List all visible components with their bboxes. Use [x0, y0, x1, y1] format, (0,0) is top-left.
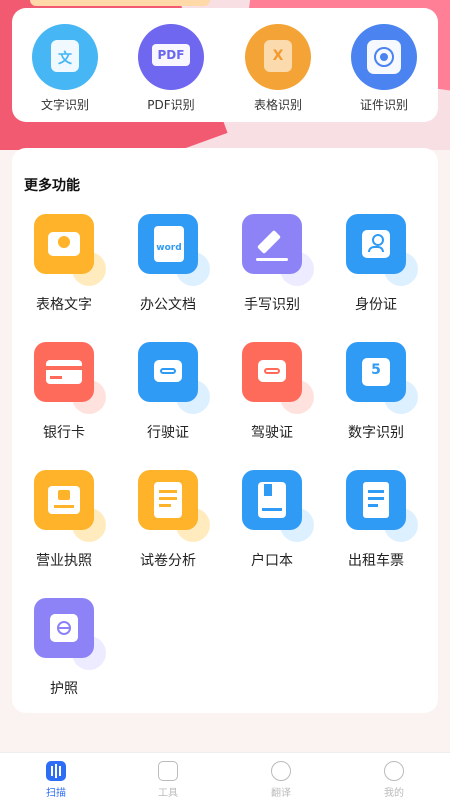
grid-item-driver-license[interactable]: 驾驶证: [220, 342, 324, 442]
grid-item-household-book[interactable]: 户口本: [220, 470, 324, 570]
car-license-icon: [138, 342, 198, 402]
translate-icon: [271, 761, 291, 781]
tools-icon: [158, 761, 178, 781]
grid-item-number-recognition[interactable]: 5 数字识别: [324, 342, 428, 442]
table-recognition-button[interactable]: X 表格识别: [228, 24, 328, 113]
driver-license-icon: [242, 342, 302, 402]
grid-item-label: 手写识别: [244, 297, 300, 313]
text-recognition-button[interactable]: 文 文字识别: [15, 24, 115, 113]
grid-item-label: 数字识别: [348, 425, 404, 441]
id-card-icon: [351, 24, 417, 90]
grid-item-label: 办公文档: [140, 297, 196, 313]
grid-item-business-license[interactable]: 营业执照: [12, 470, 116, 570]
pdf-recognition-button[interactable]: PDF PDF识别: [121, 24, 221, 113]
grid-item-exam-analysis[interactable]: 试卷分析: [116, 470, 220, 570]
grid-item-label: 户口本: [251, 553, 293, 569]
word-icon: word: [138, 214, 198, 274]
grid-item-label: 银行卡: [43, 425, 85, 441]
main-actions-card: 文 文字识别 PDF PDF识别 X 表格识别 证件识别: [12, 8, 438, 122]
tab-label: 我的: [384, 788, 404, 799]
pdf-recognition-label: PDF识别: [147, 98, 195, 112]
pdf-icon: PDF: [138, 24, 204, 90]
grid-item-label: 行驶证: [147, 425, 189, 441]
excel-icon: X: [245, 24, 311, 90]
person-id-icon: [346, 214, 406, 274]
tab-label: 翻译: [271, 788, 291, 799]
grid-item-handwriting[interactable]: 手写识别: [220, 214, 324, 314]
taxi-receipt-icon: [346, 470, 406, 530]
passport-icon: [34, 598, 94, 658]
tab-tools[interactable]: 工具: [112, 761, 224, 799]
grid-item-taxi-receipt[interactable]: 出租车票: [324, 470, 428, 570]
tab-label: 工具: [158, 788, 178, 799]
grid-item-label: 试卷分析: [140, 553, 196, 569]
profile-icon: [384, 761, 404, 781]
banner-strip: [30, 0, 210, 6]
grid-item-passport[interactable]: 护照: [12, 598, 116, 698]
exam-icon: [138, 470, 198, 530]
more-functions-card: 更多功能 表格文字 word 办公文档 手写识别 身份证 银行卡 行驶证 驾驶证…: [12, 148, 438, 713]
bank-card-icon: [34, 342, 94, 402]
grid-item-label: 表格文字: [36, 297, 92, 313]
household-book-icon: [242, 470, 302, 530]
tab-scan[interactable]: 扫描: [0, 761, 112, 799]
grid-item-label: 出租车票: [348, 553, 404, 569]
grid-item-bank-card[interactable]: 银行卡: [12, 342, 116, 442]
camera-icon: [34, 214, 94, 274]
grid-item-office-doc[interactable]: word 办公文档: [116, 214, 220, 314]
business-license-icon: [34, 470, 94, 530]
more-functions-title: 更多功能: [24, 178, 80, 194]
tab-profile[interactable]: 我的: [338, 761, 450, 799]
id-recognition-button[interactable]: 证件识别: [334, 24, 434, 113]
number-icon: 5: [346, 342, 406, 402]
scan-icon: [46, 761, 66, 781]
table-recognition-label: 表格识别: [253, 98, 302, 112]
grid-item-label: 营业执照: [36, 553, 92, 569]
grid-item-vehicle-license[interactable]: 行驶证: [116, 342, 220, 442]
grid-item-id-card[interactable]: 身份证: [324, 214, 428, 314]
grid-item-table-text[interactable]: 表格文字: [12, 214, 116, 314]
tab-label: 扫描: [46, 788, 66, 799]
grid-item-label: 身份证: [355, 297, 397, 313]
grid-item-label: 驾驶证: [251, 425, 293, 441]
text-recognition-label: 文字识别: [40, 98, 89, 112]
id-recognition-label: 证件识别: [359, 98, 408, 112]
tab-translate[interactable]: 翻译: [225, 761, 337, 799]
grid-item-label: 护照: [50, 681, 78, 697]
bottom-tab-bar: 扫描 工具 翻译 我的: [0, 752, 450, 801]
text-recognition-icon: 文: [32, 24, 98, 90]
pen-icon: [242, 214, 302, 274]
